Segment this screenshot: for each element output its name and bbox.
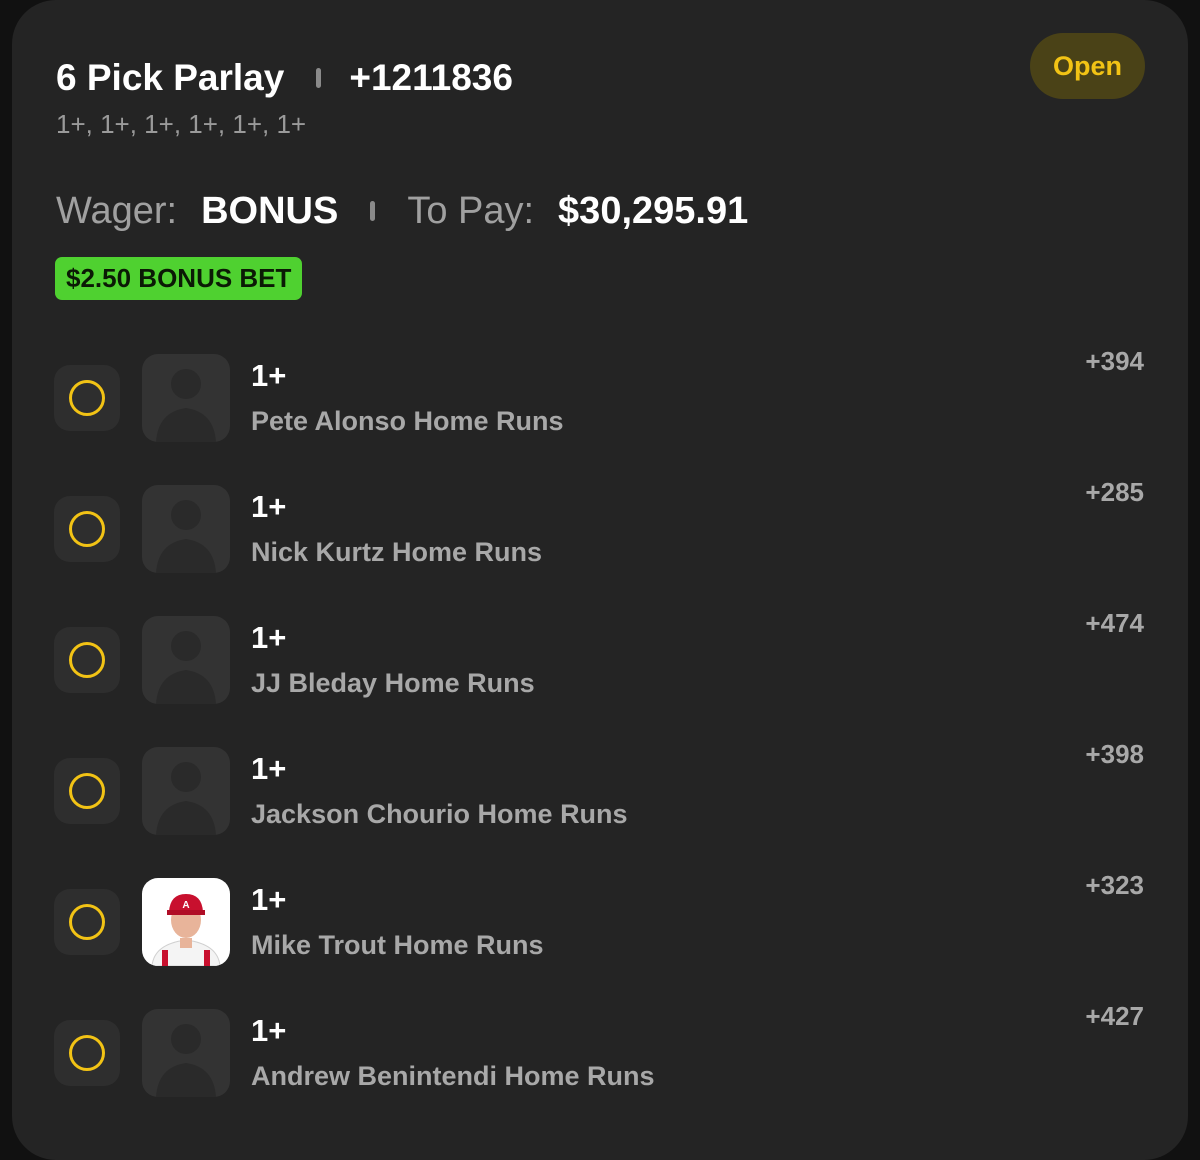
leg-odds: +398 (1085, 739, 1144, 769)
parlay-leg[interactable]: 1+ Andrew Benintendi Home Runs +427 (12, 1001, 1188, 1119)
pending-circle-icon (69, 904, 105, 940)
status-badge: Open (1030, 33, 1145, 99)
pending-circle-icon (69, 380, 105, 416)
to-pay-label: To Pay: (407, 189, 535, 232)
leg-market: Andrew Benintendi Home Runs (251, 1061, 655, 1091)
leg-odds: +323 (1085, 870, 1144, 900)
wager-label: Wager: (56, 189, 178, 232)
leg-odds: +474 (1085, 608, 1144, 638)
leg-odds: +285 (1085, 477, 1144, 507)
parlay-lines-summary: 1+, 1+, 1+, 1+, 1+, 1+ (56, 109, 307, 139)
pending-circle-icon (69, 511, 105, 547)
divider (316, 68, 322, 88)
parlay-leg[interactable]: 1+ Nick Kurtz Home Runs +285 (12, 477, 1188, 595)
person-silhouette-icon (142, 485, 230, 573)
leg-line: 1+ (251, 489, 287, 524)
pending-circle-icon (69, 773, 105, 809)
leg-odds: +394 (1085, 346, 1144, 376)
leg-market: Pete Alonso Home Runs (251, 406, 564, 436)
parlay-title: 6 Pick Parlay (56, 57, 285, 98)
svg-text:A: A (182, 900, 189, 911)
leg-market: JJ Bleday Home Runs (251, 668, 535, 698)
leg-line: 1+ (251, 1013, 287, 1048)
person-silhouette-icon (142, 747, 230, 835)
wager-row: Wager: BONUS To Pay: $30,295.91 (56, 188, 748, 234)
person-silhouette-icon (142, 1009, 230, 1097)
pending-circle-icon (69, 1035, 105, 1071)
parlay-leg[interactable]: 1+ Jackson Chourio Home Runs +398 (12, 739, 1188, 857)
title-row: 6 Pick Parlay +1211836 (56, 56, 513, 100)
parlay-leg[interactable]: 1+ JJ Bleday Home Runs +474 (12, 608, 1188, 726)
leg-line: 1+ (251, 620, 287, 655)
leg-status-indicator (54, 496, 120, 562)
leg-market: Jackson Chourio Home Runs (251, 799, 628, 829)
person-silhouette-icon (142, 354, 230, 442)
parlay-leg[interactable]: 1+ Pete Alonso Home Runs +394 (12, 346, 1188, 464)
divider (370, 201, 376, 221)
person-silhouette-icon (142, 616, 230, 704)
leg-status-indicator (54, 365, 120, 431)
parlay-card: 6 Pick Parlay +1211836 1+, 1+, 1+, 1+, 1… (12, 0, 1188, 1160)
leg-line: 1+ (251, 751, 287, 786)
wager-value: BONUS (201, 189, 339, 232)
leg-status-indicator (54, 758, 120, 824)
leg-market: Mike Trout Home Runs (251, 930, 544, 960)
leg-line: 1+ (251, 358, 287, 393)
to-pay-value: $30,295.91 (558, 189, 749, 232)
leg-status-indicator (54, 1020, 120, 1086)
leg-market: Nick Kurtz Home Runs (251, 537, 543, 567)
bonus-bet-tag: $2.50 BONUS BET (55, 257, 303, 300)
parlay-odds: +1211836 (349, 57, 513, 98)
leg-status-indicator (54, 627, 120, 693)
leg-line: 1+ (251, 882, 287, 917)
pending-circle-icon (69, 642, 105, 678)
parlay-leg[interactable]: A 1+ Mike Trout Home Runs +323 (12, 870, 1188, 988)
player-photo: A (142, 878, 230, 966)
leg-odds: +427 (1085, 1001, 1144, 1031)
leg-status-indicator (54, 889, 120, 955)
